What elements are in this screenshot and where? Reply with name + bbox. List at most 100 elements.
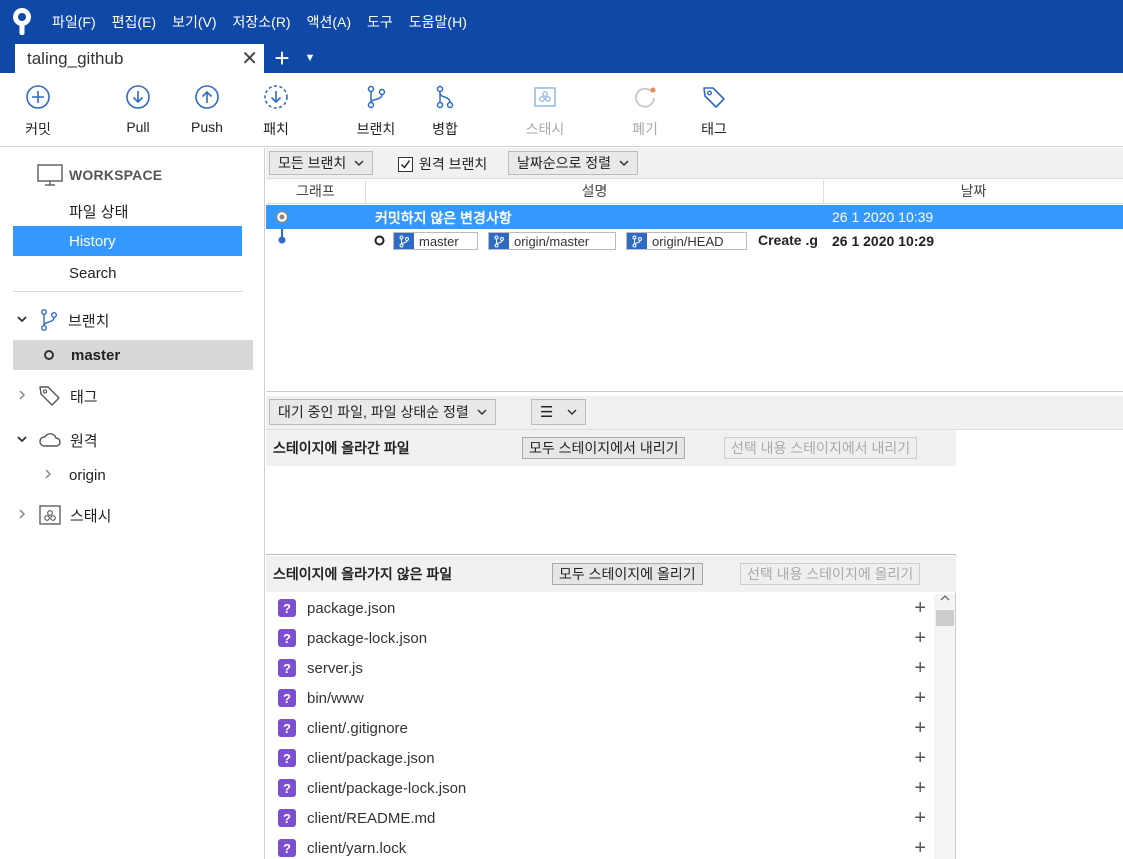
- head-marker-icon: [374, 235, 385, 246]
- sidebar-divider: [13, 291, 243, 292]
- remote-branches-checkbox[interactable]: 원격 브랜치: [398, 154, 487, 174]
- stage-file-icon[interactable]: +: [914, 778, 926, 798]
- stage-file-icon[interactable]: +: [914, 688, 926, 708]
- branch-filter-dropdown[interactable]: 모든 브랜치: [269, 151, 374, 175]
- sidebar-section-stashes[interactable]: 스태시: [0, 500, 265, 530]
- sidebar-section-label: 태그: [70, 388, 98, 406]
- uncommitted-node-icon: [275, 210, 289, 224]
- unstaged-files-list: ? package.json + ? package-lock.json + ?…: [266, 593, 956, 859]
- menu-view[interactable]: 보기(V): [164, 0, 224, 44]
- file-name: client/yarn.lock: [307, 839, 407, 857]
- commit-button[interactable]: 커밋: [8, 83, 68, 139]
- pull-button[interactable]: Pull: [108, 83, 168, 135]
- column-description[interactable]: 설명: [366, 180, 824, 204]
- scroll-thumb[interactable]: [936, 610, 954, 626]
- chevron-down-icon[interactable]: [16, 433, 28, 448]
- stage-file-icon[interactable]: +: [914, 808, 926, 828]
- add-tab-icon[interactable]: +: [264, 44, 300, 73]
- file-sort-dropdown[interactable]: 대기 중인 파일, 파일 상태순 정렬: [269, 399, 496, 425]
- sidebar-item-label: origin: [69, 466, 106, 484]
- discard-button[interactable]: 폐기: [615, 83, 675, 139]
- staged-files-title: 스테이지에 올라간 파일: [273, 440, 410, 456]
- sidebar-item-branch-master[interactable]: master: [13, 340, 253, 370]
- menu-repository[interactable]: 저장소(R): [225, 0, 299, 44]
- tag-icon: [700, 83, 728, 111]
- scroll-up-icon[interactable]: [934, 594, 955, 610]
- merge-button[interactable]: 병합: [415, 83, 475, 139]
- close-icon[interactable]: ✕: [241, 49, 258, 69]
- fetch-dashed-circle-icon: [262, 83, 290, 111]
- unstage-all-button[interactable]: 모두 스테이지에서 내리기: [522, 437, 686, 459]
- sidebar-item-search[interactable]: Search: [0, 258, 265, 288]
- stage-file-icon[interactable]: +: [914, 628, 926, 648]
- chevron-right-icon[interactable]: [16, 389, 28, 404]
- merge-label: 병합: [432, 121, 458, 137]
- file-list-scrollbar[interactable]: [934, 594, 955, 859]
- chevron-right-icon[interactable]: [42, 468, 54, 483]
- untracked-status-icon: ?: [278, 599, 296, 617]
- tag-button[interactable]: 태그: [684, 83, 744, 139]
- tab-taling-github[interactable]: taling_github ✕: [15, 44, 264, 73]
- commit-label: 커밋: [25, 121, 51, 137]
- file-row[interactable]: ? package-lock.json +: [266, 623, 934, 653]
- menu-actions[interactable]: 액션(A): [299, 0, 359, 44]
- list-view-icon: ☰: [540, 404, 554, 421]
- sidebar-section-tags[interactable]: 태그: [0, 381, 265, 411]
- menu-tools[interactable]: 도구: [359, 0, 401, 44]
- file-row[interactable]: ? client/package.json +: [266, 743, 934, 773]
- commit-row[interactable]: master origin/master origin/HEAD Create …: [266, 229, 1123, 253]
- cloud-icon: [38, 430, 62, 450]
- file-row[interactable]: ? bin/www +: [266, 683, 934, 713]
- workspace-header: WORKSPACE: [0, 160, 265, 190]
- ref-badge-master[interactable]: master: [393, 232, 478, 250]
- fetch-button[interactable]: 패치: [246, 83, 306, 139]
- menu-file[interactable]: 파일(F): [44, 0, 104, 44]
- pull-label: Pull: [126, 119, 150, 135]
- chevron-down-icon[interactable]: [16, 313, 28, 328]
- branch-filter-value: 모든 브랜치: [278, 155, 347, 171]
- commit-row-uncommitted[interactable]: 커밋하지 않은 변경사항 26 1 2020 10:39: [266, 205, 1123, 229]
- stage-selected-button[interactable]: 선택 내용 스테이지에 올리기: [740, 563, 921, 585]
- view-mode-dropdown[interactable]: ☰: [531, 399, 587, 425]
- file-name: client/package.json: [307, 749, 435, 767]
- menu-help[interactable]: 도움말(H): [401, 0, 475, 44]
- file-row[interactable]: ? client/.gitignore +: [266, 713, 934, 743]
- branch-button[interactable]: 브랜치: [346, 83, 406, 139]
- column-date[interactable]: 날짜: [824, 180, 1123, 204]
- ref-badge-origin-master[interactable]: origin/master: [488, 232, 616, 250]
- file-row[interactable]: ? package.json +: [266, 593, 934, 623]
- sidebar-item-file-status[interactable]: 파일 상태: [0, 196, 265, 226]
- unstage-selected-button[interactable]: 선택 내용 스테이지에서 내리기: [724, 437, 918, 459]
- file-name: server.js: [307, 659, 363, 677]
- chevron-right-icon[interactable]: [16, 508, 28, 523]
- stage-file-icon[interactable]: +: [914, 598, 926, 618]
- stage-all-button[interactable]: 모두 스테이지에 올리기: [552, 563, 703, 585]
- stash-button[interactable]: 스태시: [515, 83, 575, 139]
- sort-order-dropdown[interactable]: 날짜순으로 정렬: [508, 151, 639, 175]
- file-row[interactable]: ? client/yarn.lock +: [266, 833, 934, 859]
- ref-badge-origin-head[interactable]: origin/HEAD: [626, 232, 747, 250]
- chevron-down-icon[interactable]: ▼: [300, 44, 320, 73]
- stage-file-icon[interactable]: +: [914, 748, 926, 768]
- untracked-status-icon: ?: [278, 689, 296, 707]
- file-row[interactable]: ? client/README.md +: [266, 803, 934, 833]
- stage-file-icon[interactable]: +: [914, 658, 926, 678]
- stage-file-icon[interactable]: +: [914, 838, 926, 858]
- sidebar-section-remotes[interactable]: 원격: [0, 425, 265, 455]
- sidebar-item-remote-origin[interactable]: origin: [0, 460, 265, 490]
- push-button[interactable]: Push: [177, 83, 237, 135]
- untracked-status-icon: ?: [278, 839, 296, 857]
- sidebar-section-branches[interactable]: 브랜치: [0, 305, 265, 335]
- file-row[interactable]: ? client/package-lock.json +: [266, 773, 934, 803]
- fetch-label: 패치: [263, 121, 289, 137]
- sidebar-item-history[interactable]: History: [13, 226, 242, 256]
- file-row[interactable]: ? server.js +: [266, 653, 934, 683]
- column-graph[interactable]: 그래프: [266, 180, 366, 204]
- history-toolbar: 모든 브랜치 원격 브랜치 날짜순으로 정렬: [266, 148, 1123, 179]
- stage-file-icon[interactable]: +: [914, 718, 926, 738]
- tag-label: 태그: [701, 121, 727, 137]
- arrow-down-circle-icon: [124, 83, 152, 111]
- arrow-up-circle-icon: [193, 83, 221, 111]
- file-name: client/README.md: [307, 809, 436, 827]
- menu-edit[interactable]: 편집(E): [104, 0, 164, 44]
